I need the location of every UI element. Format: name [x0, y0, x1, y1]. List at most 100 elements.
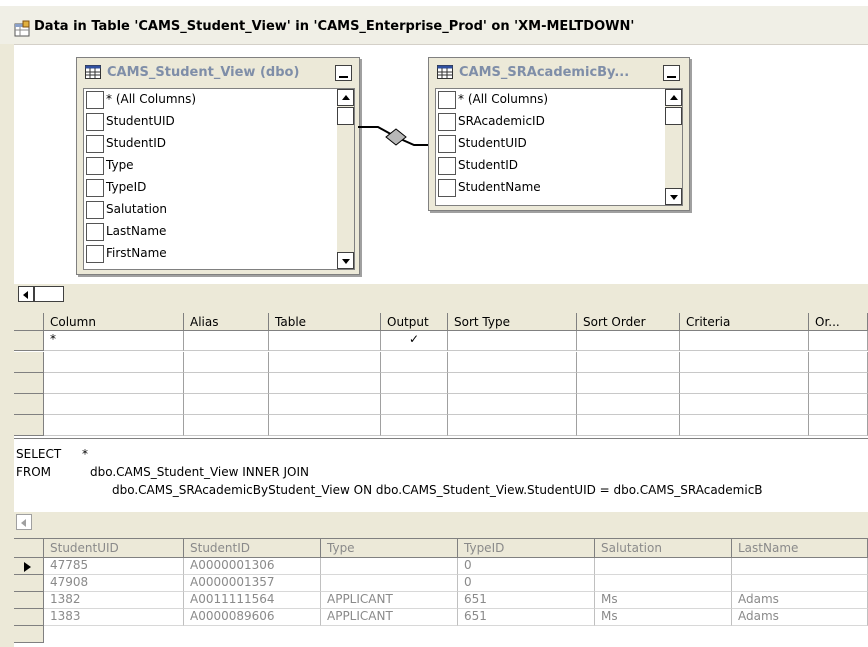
grid-cell[interactable] [44, 373, 184, 394]
row-header[interactable] [14, 626, 44, 643]
results-grid[interactable]: StudentUID StudentID Type TypeID Salutat… [14, 538, 868, 647]
column-checkbox[interactable] [438, 135, 456, 153]
result-cell[interactable]: A0000001306 [184, 558, 321, 575]
result-column-header[interactable]: Salutation [595, 539, 732, 558]
result-column-header[interactable]: LastName [732, 539, 868, 558]
column-header[interactable]: Or... [809, 313, 868, 331]
column-header[interactable]: Sort Order [577, 313, 680, 331]
row-header[interactable] [14, 415, 44, 436]
grid-cell[interactable] [448, 415, 577, 436]
column-header[interactable]: Alias [184, 313, 269, 331]
result-cell[interactable] [595, 558, 732, 575]
sql-pane[interactable]: SELECT * FROM dbo.CAMS_Student_View INNE… [14, 438, 868, 513]
result-cell[interactable]: 0 [458, 575, 595, 592]
join-line[interactable] [358, 115, 430, 155]
grid-cell[interactable] [184, 352, 269, 373]
scroll-up-button[interactable] [337, 89, 354, 106]
table-box-sracademic[interactable]: CAMS_SRAcademicBy... * (All Columns) SRA… [428, 57, 690, 211]
grid-cell[interactable] [809, 352, 868, 373]
table-header[interactable]: CAMS_SRAcademicBy... [429, 58, 689, 86]
result-cell[interactable]: 651 [458, 592, 595, 609]
result-column-header[interactable]: TypeID [458, 539, 595, 558]
result-cell[interactable]: APPLICANT [321, 609, 458, 626]
column-header[interactable]: Output [381, 313, 448, 331]
grid-cell[interactable] [269, 373, 381, 394]
grid-cell[interactable] [269, 352, 381, 373]
column-checkbox[interactable] [438, 91, 456, 109]
result-cell[interactable]: 0 [458, 558, 595, 575]
row-header[interactable] [14, 373, 44, 394]
result-cell[interactable] [321, 575, 458, 592]
scroll-thumb[interactable] [34, 286, 64, 302]
grid-cell[interactable] [44, 352, 184, 373]
result-cell[interactable]: 1382 [44, 592, 184, 609]
scroll-down-button[interactable] [337, 252, 354, 269]
scroll-thumb[interactable] [665, 107, 682, 125]
grid-cell[interactable] [44, 415, 184, 436]
column-checkbox[interactable] [86, 179, 104, 197]
sql-horizontal-scrollbar[interactable] [14, 512, 868, 532]
grid-cell[interactable] [184, 415, 269, 436]
grid-cell[interactable] [680, 415, 809, 436]
result-cell[interactable]: 47908 [44, 575, 184, 592]
grid-cell[interactable] [44, 394, 184, 415]
column-list[interactable]: * (All Columns) SRAcademicID StudentUID … [435, 88, 683, 206]
minimize-button[interactable] [663, 65, 680, 81]
grid-cell[interactable] [577, 373, 680, 394]
row-header[interactable] [14, 558, 44, 575]
row-header[interactable] [14, 592, 44, 609]
grid-cell[interactable] [809, 415, 868, 436]
output-checkbox[interactable]: ✓ [381, 331, 448, 351]
grid-cell[interactable] [680, 373, 809, 394]
diagram-pane[interactable]: CAMS_Student_View (dbo) * (All Columns) … [14, 44, 868, 285]
row-header[interactable] [14, 394, 44, 415]
grid-cell[interactable] [448, 352, 577, 373]
result-cell[interactable]: Ms [595, 609, 732, 626]
grid-cell-table[interactable] [269, 331, 381, 351]
result-cell[interactable]: APPLICANT [321, 592, 458, 609]
minimize-button[interactable] [335, 65, 352, 81]
vertical-scrollbar[interactable] [665, 89, 682, 205]
result-cell[interactable] [595, 575, 732, 592]
result-cell[interactable]: Adams [732, 609, 868, 626]
result-column-header[interactable]: StudentUID [44, 539, 184, 558]
result-cell[interactable] [732, 575, 868, 592]
vertical-scrollbar[interactable] [337, 89, 354, 269]
column-header[interactable]: Criteria [680, 313, 809, 331]
diagram-horizontal-scrollbar[interactable] [14, 284, 868, 304]
result-cell[interactable]: A0000001357 [184, 575, 321, 592]
grid-cell-criteria[interactable] [680, 331, 809, 351]
column-checkbox[interactable] [86, 245, 104, 263]
row-header[interactable] [14, 575, 44, 592]
column-header[interactable]: Sort Type [448, 313, 577, 331]
scroll-left-button[interactable] [18, 286, 34, 302]
result-cell[interactable]: Ms [595, 592, 732, 609]
result-column-header[interactable]: StudentID [184, 539, 321, 558]
result-cell[interactable]: Adams [732, 592, 868, 609]
grid-cell-sort-order[interactable] [577, 331, 680, 351]
result-column-header[interactable]: Type [321, 539, 458, 558]
column-checkbox[interactable] [86, 223, 104, 241]
grid-cell[interactable] [448, 373, 577, 394]
result-cell[interactable]: A0000089606 [184, 609, 321, 626]
column-checkbox[interactable] [86, 91, 104, 109]
grid-cell[interactable] [269, 415, 381, 436]
result-cell[interactable] [732, 558, 868, 575]
table-box-student-view[interactable]: CAMS_Student_View (dbo) * (All Columns) … [76, 57, 360, 275]
grid-cell[interactable] [381, 352, 448, 373]
grid-cell[interactable] [809, 394, 868, 415]
result-cell[interactable] [321, 558, 458, 575]
grid-cell-column[interactable]: * [44, 331, 184, 351]
grid-cell[interactable] [381, 373, 448, 394]
grid-cell-alias[interactable] [184, 331, 269, 351]
scroll-thumb[interactable] [337, 107, 354, 125]
grid-cell[interactable] [809, 373, 868, 394]
column-checkbox[interactable] [438, 113, 456, 131]
row-header[interactable] [14, 352, 44, 373]
column-checkbox[interactable] [86, 113, 104, 131]
grid-cell[interactable] [381, 394, 448, 415]
column-checkbox[interactable] [438, 157, 456, 175]
criteria-grid[interactable]: Column Alias Table Output Sort Type Sort… [14, 313, 868, 438]
grid-cell-or[interactable] [809, 331, 868, 351]
result-cell[interactable]: A0011111564 [184, 592, 321, 609]
